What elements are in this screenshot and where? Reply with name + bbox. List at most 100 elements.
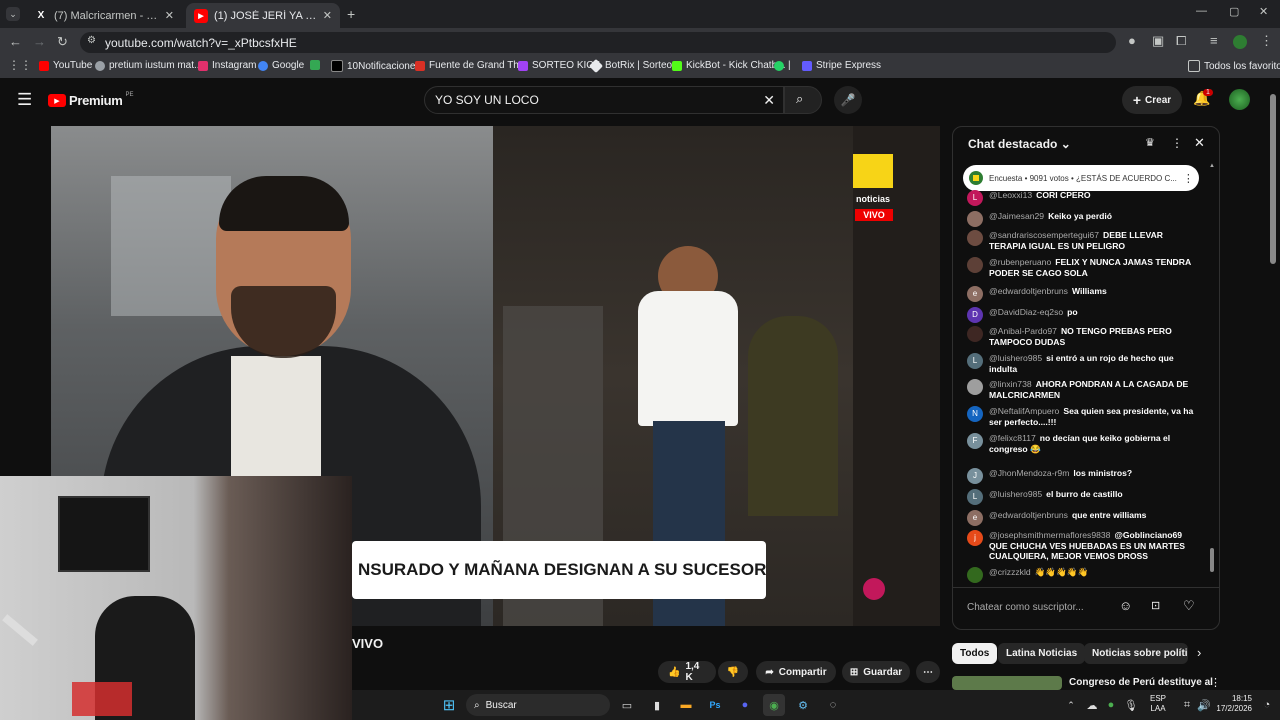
more-actions-button[interactable]: ⋯ <box>916 661 940 683</box>
site-info-icon[interactable]: ⚙ <box>87 35 96 46</box>
search-input[interactable]: YO SOY UN LOCO ✕ <box>424 86 784 114</box>
tab-youtube[interactable]: ▶ (1) JOSÉ JERÍ YA NO ES PRESIDE ✕ <box>186 3 340 28</box>
chat-author[interactable]: @JhonMendoza-r9m <box>989 468 1069 478</box>
poll-banner[interactable]: Encuesta • 9091 votos • ¿ESTÁS DE ACUERD… <box>963 165 1199 191</box>
menu-icon[interactable]: ⋮ <box>1260 33 1273 49</box>
youtube-logo[interactable]: ▶ Premium PE <box>48 92 134 108</box>
chat-author[interactable]: @crizzzkld <box>989 567 1031 577</box>
create-button[interactable]: + Crear <box>1122 86 1182 114</box>
taskbar-search[interactable]: ⌕ Buscar <box>466 694 610 716</box>
avatar[interactable]: L <box>967 353 983 369</box>
avatar[interactable] <box>967 230 983 246</box>
close-window-icon[interactable]: ✕ <box>1259 5 1268 18</box>
related-video-title[interactable]: Congreso de Perú destituye al <box>1069 677 1213 688</box>
account-avatar[interactable] <box>1229 89 1250 110</box>
tray-chevron-icon[interactable]: ⌃ <box>1060 694 1082 716</box>
extension-icon[interactable]: ● <box>1128 33 1136 48</box>
chat-author[interactable]: @edwardoltjenbruns <box>989 510 1068 520</box>
more-icon[interactable]: ⋮ <box>1210 676 1221 689</box>
new-tab-icon[interactable]: + <box>347 6 355 22</box>
chat-author[interactable]: @Anibal-Pardo97 <box>989 326 1057 336</box>
chat-author[interactable]: @josephsmithmermaflores9838 <box>989 530 1110 540</box>
chat-author[interactable]: @felixc8117 <box>989 433 1036 443</box>
bookmark-item[interactable]: | <box>774 60 791 71</box>
tab-x[interactable]: X (7) Malcricarmen - Buscar / X ✕ <box>26 3 182 28</box>
puzzle-icon[interactable]: ⧠ <box>1176 33 1186 49</box>
clock[interactable]: 18:15 17/2/2026 <box>1212 694 1252 714</box>
language-indicator[interactable]: ESP LAA <box>1150 694 1166 714</box>
related-thumbnail[interactable] <box>952 676 1062 690</box>
chat-scrollbar[interactable]: ▲ <box>1209 163 1215 583</box>
chat-author[interactable]: @edwardoltjenbruns <box>989 286 1068 296</box>
back-icon[interactable]: ← <box>9 34 22 49</box>
app-icon[interactable]: ▮ <box>646 694 668 716</box>
chat-author[interactable]: @Leoxxi13 <box>989 190 1032 200</box>
chat-mode-dropdown[interactable]: Chat destacado ⌄ <box>968 137 1071 151</box>
chevron-right-icon[interactable]: › <box>1197 645 1201 660</box>
save-button[interactable]: ⊞ Guardar <box>842 661 910 683</box>
bookmark-item[interactable]: pretium iustum mat... <box>95 60 202 71</box>
crown-icon[interactable]: ♛ <box>1145 136 1155 149</box>
close-tab-icon[interactable]: ✕ <box>165 9 174 22</box>
chat-input[interactable]: Chatear como suscriptor... <box>967 597 1127 617</box>
chat-author[interactable]: @DavidDiaz-eq2so <box>989 307 1063 317</box>
tray-icon[interactable]: ● <box>1100 694 1122 716</box>
avatar[interactable]: D <box>967 307 983 323</box>
hamburger-menu-icon[interactable]: ☰ <box>17 90 32 110</box>
chat-author[interactable]: @luishero985 <box>989 353 1042 363</box>
chat-author[interactable]: @rubenperuano <box>989 257 1051 267</box>
chrome-icon[interactable]: ◉ <box>763 694 785 716</box>
bookmark-item[interactable]: Instagram <box>198 60 256 71</box>
task-view-icon[interactable]: ▭ <box>616 694 638 716</box>
steam-icon[interactable]: ⚙ <box>792 694 814 716</box>
bookmark-item[interactable]: KickBot - Kick Chatb... <box>672 60 785 71</box>
file-explorer-icon[interactable]: ▬ <box>675 694 697 716</box>
voice-search-button[interactable]: 🎤 <box>834 86 862 114</box>
reload-icon[interactable]: ↻ <box>57 34 68 50</box>
more-icon[interactable]: ⋮ <box>1171 136 1183 150</box>
address-bar[interactable]: ⚙ youtube.com/watch?v=_xPtbcsfxHE <box>80 32 1116 53</box>
avatar[interactable]: N <box>967 406 983 422</box>
bookmark-item[interactable]: BotRix | Sorteos <box>588 58 677 73</box>
bookmark-item[interactable]: Google <box>258 60 304 71</box>
avatar[interactable]: L <box>967 190 983 206</box>
avatar[interactable]: j <box>967 530 983 546</box>
minimize-icon[interactable]: — <box>1196 5 1207 17</box>
bookmark-item[interactable] <box>310 60 320 70</box>
avatar[interactable] <box>967 567 983 583</box>
avatar[interactable] <box>967 257 983 273</box>
chip-all[interactable]: Todos <box>952 643 998 664</box>
dislike-button[interactable]: 👎 <box>718 661 748 683</box>
bookmark-item[interactable]: SORTEO KICK <box>518 60 600 71</box>
avatar[interactable]: J <box>967 468 983 484</box>
bookmark-item[interactable]: Stripe Express <box>802 60 881 71</box>
heart-icon[interactable]: ♡ <box>1183 598 1195 614</box>
chip-latina-noticias[interactable]: Latina Noticias <box>998 643 1086 664</box>
app-icon[interactable]: ◌ <box>822 694 844 716</box>
avatar[interactable]: e <box>967 286 983 302</box>
all-bookmarks[interactable]: Todos los favoritos <box>1188 60 1280 72</box>
chat-author[interactable]: @luishero985 <box>989 489 1042 499</box>
poll-menu-icon[interactable]: ⋮ <box>1183 172 1199 185</box>
emoji-icon[interactable]: ☺ <box>1119 598 1132 613</box>
search-button[interactable]: ⌕ <box>784 86 822 114</box>
reading-list-icon[interactable]: ≡ <box>1210 33 1218 48</box>
chat-author[interactable]: @NeftalifAmpuero <box>989 406 1059 416</box>
close-tab-icon[interactable]: ✕ <box>323 9 332 22</box>
page-scrollbar[interactable] <box>1270 94 1276 264</box>
avatar[interactable] <box>967 211 983 227</box>
profile-avatar[interactable] <box>1233 35 1247 49</box>
bookmark-item[interactable]: Fuente de Grand Th... <box>415 60 527 71</box>
avatar[interactable]: e <box>967 510 983 526</box>
avatar[interactable]: F <box>967 433 983 449</box>
chat-author[interactable]: @sandrariscosempertegui67 <box>989 230 1099 240</box>
chip-noticias-politica[interactable]: Noticias sobre política <box>1084 643 1188 664</box>
windows-start-icon[interactable]: ⊞ <box>438 694 460 716</box>
chat-author[interactable]: @linxin738 <box>989 379 1032 389</box>
microphone-icon[interactable]: 🎙 <box>1120 694 1142 716</box>
tab-search-icon[interactable]: ⌄ <box>6 7 20 21</box>
clear-search-icon[interactable]: ✕ <box>763 92 775 109</box>
discord-icon[interactable]: ● <box>734 694 756 716</box>
avatar[interactable]: L <box>967 489 983 505</box>
extension-icon[interactable]: ▣ <box>1152 33 1164 49</box>
